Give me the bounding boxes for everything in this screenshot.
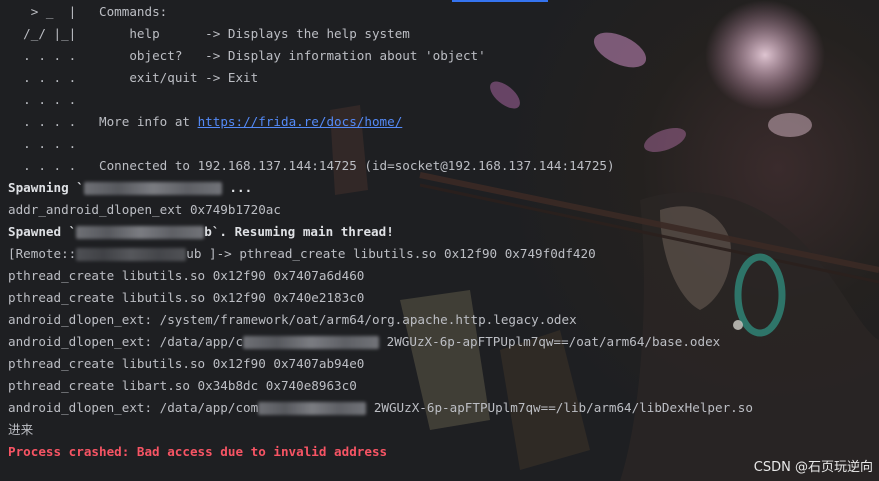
banner-line-8: . . . . Connected to 192.168.137.144:147…	[8, 155, 879, 177]
output-line: pthread_create libutils.so 0x12f90 0x740…	[8, 356, 365, 371]
redacted-device	[76, 248, 187, 261]
output-line: android_dlopen_ext: /system/framework/oa…	[8, 312, 577, 327]
banner-art: /_/ |_|	[8, 26, 77, 41]
more-info-text: More info at	[99, 114, 198, 129]
banner-art: . . . .	[8, 92, 77, 107]
banner-line-6: . . . . More info at https://frida.re/do…	[8, 111, 879, 133]
output-text: 2WGUzX-6p-apFTPUplm7qw==/lib/arm64/libDe…	[373, 400, 753, 415]
output-line: pthread_create libart.so 0x34b8dc 0x740e…	[8, 378, 357, 393]
banner-art: > _ |	[8, 4, 77, 19]
csdn-watermark: CSDN @石页玩逆向	[753, 460, 873, 475]
banner-art: . . . .	[8, 114, 77, 129]
banner-art: . . . .	[8, 70, 77, 85]
docs-link[interactable]: https://frida.re/docs/home/	[198, 114, 403, 129]
connected-status: Connected to 192.168.137.144:14725 (id=s…	[99, 158, 615, 173]
spawning-text: Spawning `	[8, 180, 84, 195]
spawned-text: Spawned `	[8, 224, 77, 239]
spawned-line: Spawned ` b`. Resuming main thread!	[8, 221, 879, 243]
banner-line-2: /_/ |_| help -> Displays the help system	[8, 23, 879, 45]
commands-label: Commands:	[99, 4, 168, 19]
output-line: addr_android_dlopen_ext 0x749b1720ac	[8, 202, 281, 217]
output-text: 2WGUzX-6p-apFTPUplm7qw==/oat/arm64/base.…	[386, 334, 721, 349]
banner-line-3: . . . . object? -> Display information a…	[8, 45, 879, 67]
output-text: android_dlopen_ext: /data/app/c	[8, 334, 244, 349]
command-exit: exit/quit -> Exit	[129, 70, 259, 85]
banner-art: . . . .	[8, 48, 77, 63]
spawned-resume-text: b`. Resuming main thread!	[204, 224, 394, 239]
output-line: pthread_create libutils.so 0x12f90 0x740…	[8, 268, 365, 283]
output-text: android_dlopen_ext: /data/app/com	[8, 400, 259, 415]
crash-message: Process crashed: Bad access due to inval…	[8, 444, 388, 459]
terminal-output[interactable]: > _ | Commands: /_/ |_| help -> Displays…	[8, 1, 879, 463]
redacted-path	[243, 336, 380, 349]
redacted-path	[258, 402, 367, 415]
banner-line-7: . . . .	[8, 133, 879, 155]
output-line: android_dlopen_ext: /data/app/com 2WGUzX…	[8, 397, 879, 419]
banner-line-1: > _ | Commands:	[8, 1, 879, 23]
redacted-package	[76, 226, 205, 239]
redacted-package	[83, 182, 222, 195]
output-line: 进来	[8, 422, 34, 437]
banner-art: . . . .	[8, 158, 77, 173]
tab-indicator	[452, 0, 548, 2]
command-help: help -> Displays the help system	[129, 26, 410, 41]
repl-command: ub ]-> pthread_create libutils.so 0x12f9…	[186, 246, 596, 261]
command-object: object? -> Display information about 'ob…	[129, 48, 486, 63]
repl-prompt-line[interactable]: [Remote:: ub ]-> pthread_create libutils.…	[8, 243, 879, 265]
banner-line-4: . . . . exit/quit -> Exit	[8, 67, 879, 89]
spawning-ellipsis: ...	[229, 180, 253, 195]
repl-prompt: [Remote::	[8, 246, 77, 261]
banner-line-5: . . . .	[8, 89, 879, 111]
output-line: android_dlopen_ext: /data/app/c 2WGUzX-6…	[8, 331, 879, 353]
output-line: pthread_create libutils.so 0x12f90 0x740…	[8, 290, 365, 305]
spawning-line: Spawning ` ...	[8, 177, 879, 199]
banner-art: . . . .	[8, 136, 77, 151]
